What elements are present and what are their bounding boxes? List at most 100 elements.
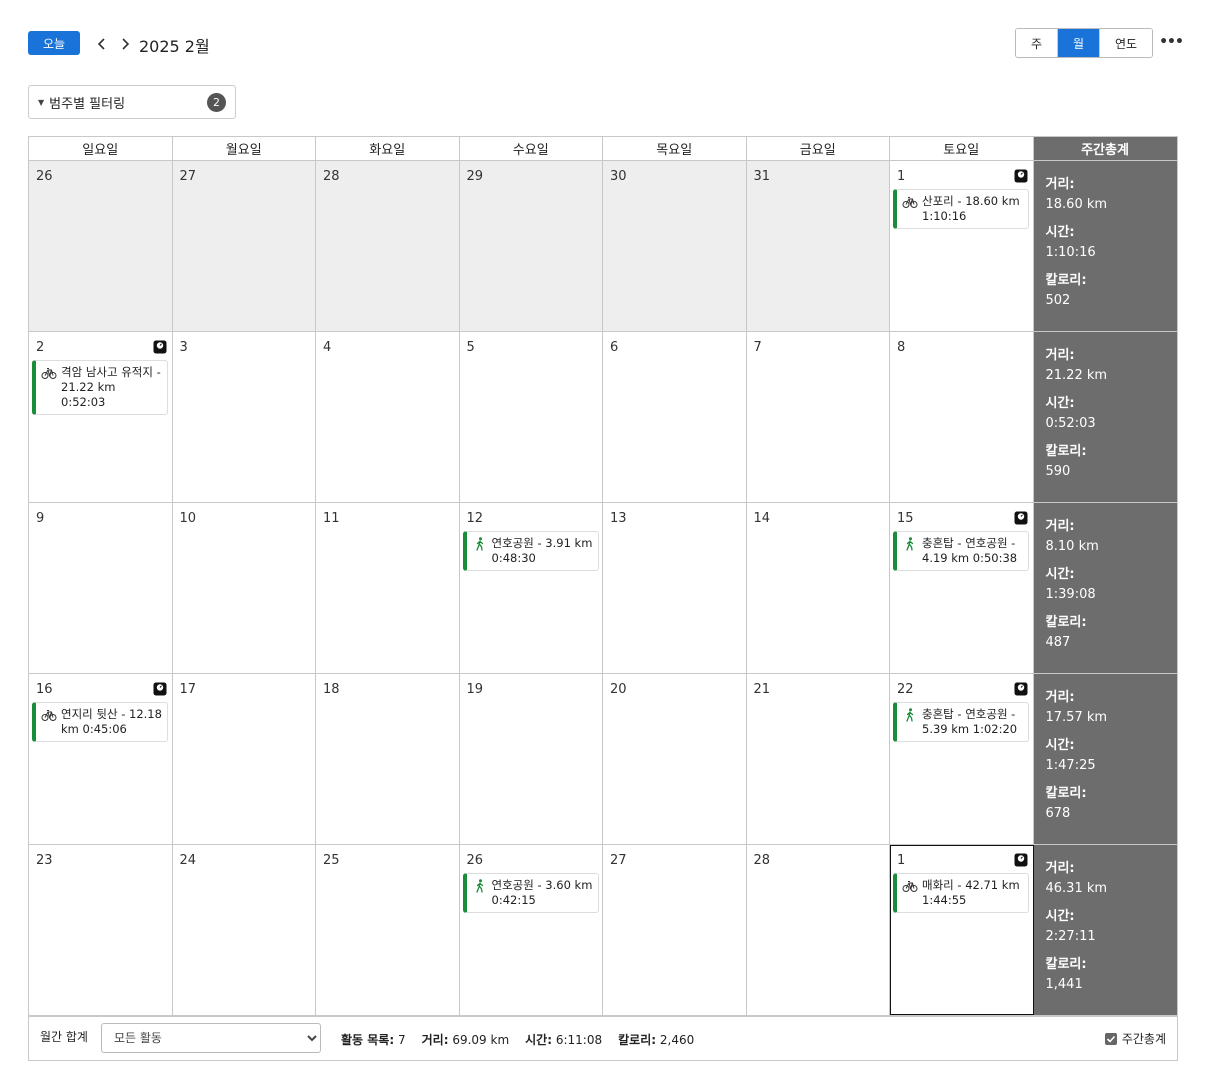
weight-scale-icon[interactable] xyxy=(1014,510,1028,525)
day-cell[interactable]: 17 xyxy=(172,674,316,844)
activity-type-select[interactable]: 모든 활동 xyxy=(101,1023,321,1053)
total-value-distance: 17.57 km xyxy=(1045,710,1108,725)
day-cell[interactable]: 27 xyxy=(603,845,747,1015)
month-title: 2025 2월 xyxy=(139,37,210,56)
day-cell[interactable]: 6 xyxy=(603,332,747,502)
day-cell[interactable]: 9 xyxy=(29,503,173,673)
day-cell[interactable]: 3 xyxy=(172,332,316,502)
weight-scale-icon[interactable] xyxy=(1014,681,1028,696)
walking-icon xyxy=(902,537,918,551)
more-options-button[interactable]: ••• xyxy=(1159,32,1184,52)
day-number: 20 xyxy=(610,682,627,697)
view-week-button[interactable]: 주 xyxy=(1016,29,1058,57)
activity-entry[interactable]: 충혼탑 - 연호공원 - 5.39 km 1:02:20 xyxy=(893,702,1029,742)
weekly-total-toggle-label: 주간총계 xyxy=(1121,1032,1166,1046)
day-cell[interactable]: 14 xyxy=(746,503,890,673)
day-cell[interactable]: 29 xyxy=(459,161,603,331)
view-year-button[interactable]: 연도 xyxy=(1100,29,1152,57)
total-label-calories: 칼로리: xyxy=(1045,786,1087,801)
day-number: 17 xyxy=(179,682,197,697)
day-cell[interactable]: 30 xyxy=(603,161,747,331)
day-cell[interactable]: 11 xyxy=(316,503,460,673)
bicycle-icon xyxy=(41,708,57,722)
day-cell[interactable]: 7 xyxy=(746,332,890,502)
day-cell[interactable]: 24 xyxy=(172,845,316,1015)
day-cell[interactable]: 22 충혼탑 - 연호공원 - 5.39 km 1:02:20 xyxy=(890,674,1034,844)
total-label-calories: 칼로리: xyxy=(1045,615,1087,630)
calendar-week-row: 26 27 28 29 30 31 1 산포리 - 18.60 km 1:10:16 거리: 18… xyxy=(29,161,1177,332)
weight-scale-icon[interactable] xyxy=(1014,168,1028,183)
day-cell[interactable]: 10 xyxy=(172,503,316,673)
activity-entry[interactable]: 충혼탑 - 연호공원 - 4.19 km 0:50:38 xyxy=(893,531,1029,571)
day-number: 29 xyxy=(466,169,484,184)
today-button[interactable]: 오늘 xyxy=(28,31,80,55)
calendar-week-row: 2 격암 남사고 유적지 - 21.22 km 0:52:03 3 4 5 6 7 8 거리: 2… xyxy=(29,332,1177,503)
total-label-calories: 칼로리: xyxy=(1045,957,1087,972)
day-cell[interactable]: 19 xyxy=(459,674,603,844)
weekday-tue: 화요일 xyxy=(316,137,460,160)
day-cell[interactable]: 8 xyxy=(890,332,1034,502)
weight-scale-icon[interactable] xyxy=(153,681,167,696)
weekday-thu: 목요일 xyxy=(603,137,747,160)
day-number: 18 xyxy=(323,682,340,697)
day-cell[interactable]: 5 xyxy=(459,332,603,502)
activity-entry[interactable]: 산포리 - 18.60 km 1:10:16 xyxy=(893,189,1029,229)
day-number: 4 xyxy=(323,340,332,355)
day-cell[interactable]: 31 xyxy=(746,161,890,331)
day-cell[interactable]: 25 xyxy=(316,845,460,1015)
weekly-total-toggle[interactable]: 주간총계 xyxy=(1104,1030,1166,1047)
prev-month-button[interactable] xyxy=(92,33,112,55)
weekly-total-cell: 거리: 17.57 km 시간: 1:47:25 칼로리: 678 xyxy=(1033,674,1177,844)
day-number: 27 xyxy=(610,853,627,868)
day-cell[interactable]: 28 xyxy=(746,845,890,1015)
day-cell[interactable]: 15 충혼탑 - 연호공원 - 4.19 km 0:50:38 xyxy=(890,503,1034,673)
day-cell[interactable]: 4 xyxy=(316,332,460,502)
activity-entry[interactable]: 매화리 - 42.71 km 1:44:55 xyxy=(893,873,1029,913)
day-number: 21 xyxy=(753,682,771,697)
stat-label: 거리: xyxy=(421,1033,449,1047)
checkbox-checked-icon[interactable] xyxy=(1104,1032,1117,1045)
day-cell[interactable]: 23 xyxy=(29,845,173,1015)
day-cell[interactable]: 28 xyxy=(316,161,460,331)
category-filter[interactable]: ▼ 범주별 필터링 2 xyxy=(28,85,236,119)
total-label-distance: 거리: xyxy=(1045,519,1075,534)
walking-icon xyxy=(902,708,918,722)
day-number: 8 xyxy=(897,340,906,355)
day-cell[interactable]: 12 연호공원 - 3.91 km 0:48:30 xyxy=(459,503,603,673)
day-cell[interactable]: 26 연호공원 - 3.60 km 0:42:15 xyxy=(459,845,603,1015)
day-cell[interactable]: 1 매화리 - 42.71 km 1:44:55 xyxy=(890,845,1034,1015)
stat-value: 2,460 xyxy=(659,1033,695,1047)
day-cell[interactable]: 20 xyxy=(603,674,747,844)
filter-label: 범주별 필터링 xyxy=(49,96,126,112)
stat-value: 69.09 km xyxy=(452,1033,510,1047)
day-cell[interactable]: 21 xyxy=(746,674,890,844)
total-value-calories: 678 xyxy=(1045,806,1071,821)
next-month-button[interactable] xyxy=(115,33,135,55)
weekly-total-header: 주간총계 xyxy=(1033,137,1177,160)
total-label-distance: 거리: xyxy=(1045,690,1075,705)
activity-entry[interactable]: 연호공원 - 3.91 km 0:48:30 xyxy=(462,531,599,571)
total-value-distance: 46.31 km xyxy=(1045,881,1108,896)
day-cell[interactable]: 26 xyxy=(29,161,173,331)
monthly-stats: 활동 목록: 7 거리: 69.09 km 시간: 6:11:08 칼로리: 2… xyxy=(341,1031,694,1048)
weight-scale-icon[interactable] xyxy=(153,339,167,354)
day-cell[interactable]: 27 xyxy=(172,161,316,331)
day-cell[interactable]: 13 xyxy=(603,503,747,673)
activity-text: 매화리 - 42.71 km 1:44:55 xyxy=(922,878,1020,907)
total-label-distance: 거리: xyxy=(1045,348,1075,363)
day-number: 22 xyxy=(897,682,914,697)
day-number: 16 xyxy=(36,682,53,697)
day-cell[interactable]: 18 xyxy=(316,674,460,844)
activity-entry[interactable]: 격암 남사고 유적지 - 21.22 km 0:52:03 xyxy=(32,360,168,415)
day-cell[interactable]: 1 산포리 - 18.60 km 1:10:16 xyxy=(890,161,1034,331)
calendar-week-row: 23 24 25 26 연호공원 - 3.60 km 0:42:15 27 28 1 매화리 -… xyxy=(29,845,1177,1016)
view-month-button[interactable]: 월 xyxy=(1058,29,1100,57)
day-cell[interactable]: 2 격암 남사고 유적지 - 21.22 km 0:52:03 xyxy=(29,332,173,502)
stat-label: 활동 목록: xyxy=(341,1033,395,1047)
bicycle-icon xyxy=(902,879,918,893)
day-cell[interactable]: 16 연지리 뒷산 - 12.18 km 0:45:06 xyxy=(29,674,173,844)
activity-entry[interactable]: 연지리 뒷산 - 12.18 km 0:45:06 xyxy=(32,702,168,742)
activity-entry[interactable]: 연호공원 - 3.60 km 0:42:15 xyxy=(462,873,599,913)
weight-scale-icon[interactable] xyxy=(1014,852,1028,867)
filter-count-badge: 2 xyxy=(207,93,226,112)
